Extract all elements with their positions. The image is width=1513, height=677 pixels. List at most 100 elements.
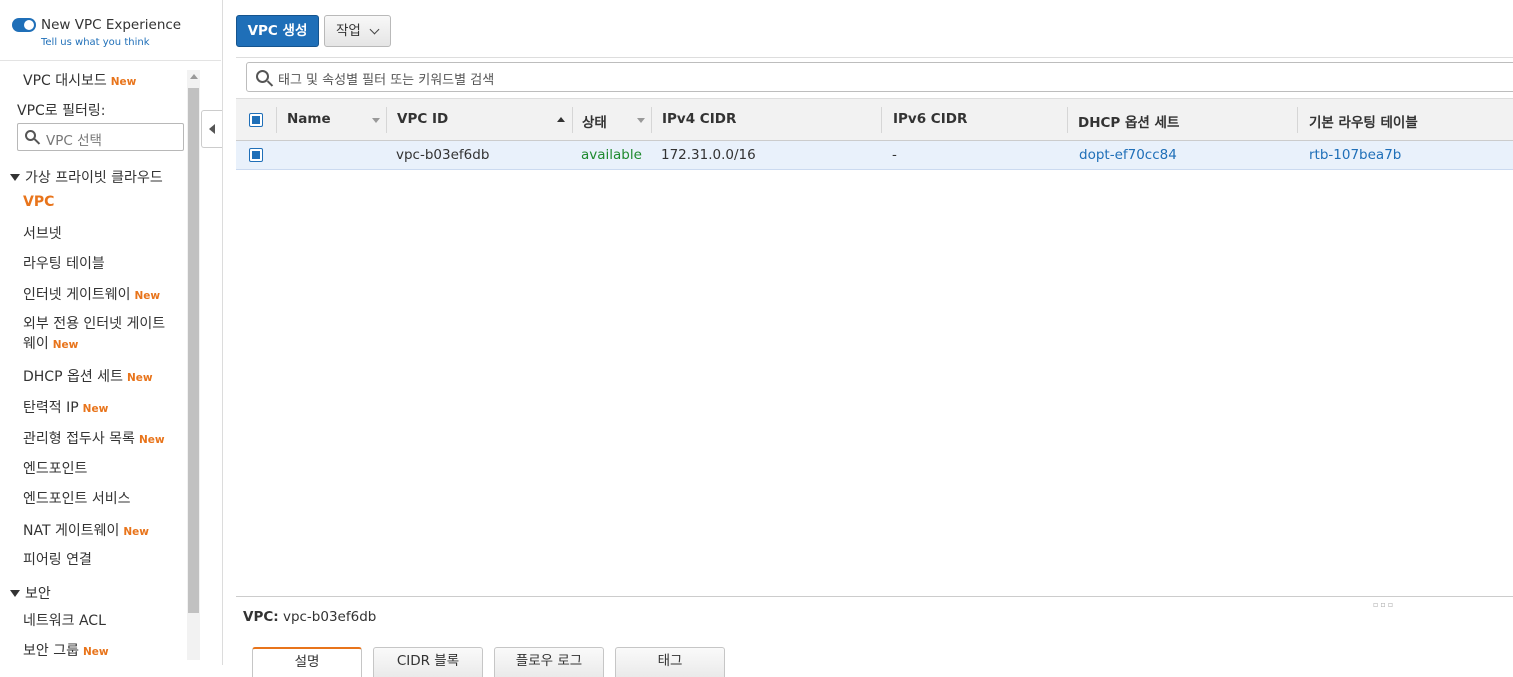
search-icon [256, 70, 269, 83]
sidebar-item-endpoint-services[interactable]: 엔드포인트 서비스 [23, 488, 131, 508]
column-divider [1067, 107, 1068, 133]
table-row[interactable]: vpc-b03ef6db available 172.31.0.0/16 - d… [236, 141, 1513, 170]
sidebar-item-label: VPC 대시보드 [23, 73, 107, 89]
section-security[interactable]: 보안 [10, 583, 51, 603]
column-divider [276, 107, 277, 133]
new-badge: New [126, 372, 153, 384]
tab-description[interactable]: 설명 [252, 647, 362, 677]
detail-title: VPC: vpc-b03ef6db [243, 609, 376, 625]
tab-flow-logs[interactable]: 플로우 로그 [494, 647, 604, 677]
sidebar-item-egress-only-gateways[interactable]: 외부 전용 인터넷 게이트 웨이 New [23, 314, 165, 355]
feedback-link[interactable]: Tell us what you think [41, 37, 150, 48]
col-header-ipv6[interactable]: IPv6 CIDR [893, 111, 967, 127]
sidebar-item-elastic-ips[interactable]: 탄력적 IP New [23, 397, 108, 417]
new-badge: New [138, 434, 165, 446]
column-divider [651, 107, 652, 133]
create-vpc-button[interactable]: VPC 생성 [236, 15, 319, 47]
detail-value: vpc-b03ef6db [282, 609, 377, 625]
col-header-state[interactable]: 상태 [582, 111, 607, 131]
sidebar-item-endpoints[interactable]: 엔드포인트 [23, 458, 87, 478]
sidebar-item-label: 네트워크 ACL [23, 613, 106, 629]
pane-splitter[interactable] [236, 596, 1513, 597]
new-badge: New [110, 76, 137, 88]
caret-down-icon [10, 174, 20, 181]
sidebar-item-label: 관리형 접두사 목록 [23, 431, 135, 447]
collapse-sidebar-button[interactable] [201, 110, 222, 148]
cell-route-table-link[interactable]: rtb-107bea7b [1309, 147, 1401, 163]
new-badge: New [134, 290, 161, 302]
column-divider [881, 107, 882, 133]
sidebar-item-vpc[interactable]: VPC [23, 194, 54, 210]
search-placeholder: 태그 및 속성별 필터 또는 키워드별 검색 [278, 73, 495, 88]
column-divider [386, 107, 387, 133]
sidebar-item-label: 외부 전용 인터넷 게이트 [23, 316, 166, 332]
col-header-route-table[interactable]: 기본 라우팅 테이블 [1309, 111, 1418, 131]
sort-icon[interactable] [372, 118, 380, 123]
filter-label: VPC로 필터링: [17, 103, 106, 119]
experience-toggle[interactable] [12, 18, 36, 32]
search-input[interactable]: 태그 및 속성별 필터 또는 키워드별 검색 [246, 62, 1513, 92]
vpc-filter-placeholder: VPC 선택 [46, 133, 102, 149]
search-icon [25, 130, 36, 141]
sidebar-item-label: 탄력적 IP [23, 400, 79, 416]
sidebar-item-label: NAT 게이트웨이 [23, 523, 120, 539]
select-all-checkbox[interactable] [249, 113, 263, 127]
experience-title: New VPC Experience [41, 17, 182, 33]
col-header-name[interactable]: Name [287, 111, 331, 127]
new-vpc-experience: New VPC Experience Tell us what you thin… [12, 16, 212, 56]
vpc-filter-select[interactable]: VPC 선택 [17, 123, 184, 151]
toolbar-divider [236, 57, 1513, 58]
chevron-down-icon [369, 24, 380, 35]
scroll-up-arrow-icon[interactable] [190, 74, 198, 79]
cell-ipv4: 172.31.0.0/16 [661, 147, 756, 163]
row-checkbox[interactable] [249, 148, 263, 162]
col-header-dhcp[interactable]: DHCP 옵션 세트 [1078, 111, 1179, 131]
section-vpc[interactable]: 가상 프라이빗 클라우드 [10, 167, 163, 187]
col-header-vpc-id[interactable]: VPC ID [397, 111, 448, 127]
sidebar-item-label: 라우팅 테이블 [23, 256, 105, 272]
sidebar-item-prefix-lists[interactable]: 관리형 접두사 목록 New [23, 428, 165, 448]
new-badge: New [82, 403, 109, 415]
col-header-ipv4[interactable]: IPv4 CIDR [662, 111, 736, 127]
sidebar-item-internet-gateways[interactable]: 인터넷 게이트웨이 New [23, 284, 160, 304]
table-header: Name VPC ID 상태 IPv4 CIDR IPv6 CIDR DHCP … [236, 98, 1513, 141]
section-vpc-label: 가상 프라이빗 클라우드 [25, 170, 163, 186]
cell-vpc-id: vpc-b03ef6db [396, 147, 490, 163]
sidebar-item-dhcp-options[interactable]: DHCP 옵션 세트 New [23, 366, 153, 386]
new-badge: New [82, 646, 109, 658]
actions-label: 작업 [336, 23, 361, 39]
sidebar-scroll-thumb[interactable] [188, 88, 199, 613]
section-security-label: 보안 [25, 586, 51, 602]
sidebar-divider [0, 60, 221, 61]
resize-grip-icon[interactable]: ▫▫▫ [1373, 600, 1395, 609]
sort-icon[interactable] [637, 118, 645, 123]
sidebar-item-label-cont: 웨이 [23, 336, 49, 352]
column-divider [572, 107, 573, 133]
sidebar-item-security-groups[interactable]: 보안 그룹 New [23, 640, 109, 660]
cell-dhcp-link[interactable]: dopt-ef70cc84 [1079, 147, 1177, 163]
sidebar-item-label: 보안 그룹 [23, 643, 79, 659]
tab-cidr-blocks[interactable]: CIDR 블록 [373, 647, 483, 677]
new-badge: New [52, 339, 79, 351]
sidebar-item-peering[interactable]: 피어링 연결 [23, 549, 92, 569]
sidebar-item-nat-gateways[interactable]: NAT 게이트웨이 New [23, 520, 149, 540]
sidebar-item-label: 서브넷 [23, 226, 62, 242]
sidebar-item-label: 엔드포인트 서비스 [23, 491, 131, 507]
sidebar-item-subnets[interactable]: 서브넷 [23, 223, 62, 243]
caret-down-icon [10, 590, 20, 597]
sidebar-item-label: DHCP 옵션 세트 [23, 369, 123, 385]
sidebar-item-dashboard[interactable]: VPC 대시보드 New [23, 70, 136, 90]
sidebar-item-label: 엔드포인트 [23, 461, 88, 477]
sidebar-item-label: VPC [23, 194, 55, 210]
cell-state: available [581, 147, 642, 163]
sort-asc-icon[interactable] [557, 117, 565, 122]
cell-ipv6: - [892, 147, 897, 163]
tab-tags[interactable]: 태그 [615, 647, 725, 677]
sidebar-item-network-acls[interactable]: 네트워크 ACL [23, 610, 106, 630]
column-divider [1297, 107, 1298, 133]
detail-label: VPC: [243, 609, 279, 625]
actions-dropdown[interactable]: 작업 [324, 15, 391, 47]
sidebar-item-route-tables[interactable]: 라우팅 테이블 [23, 253, 105, 273]
sidebar-item-label: 인터넷 게이트웨이 [23, 287, 131, 303]
sidebar-item-label: 피어링 연결 [23, 552, 92, 568]
